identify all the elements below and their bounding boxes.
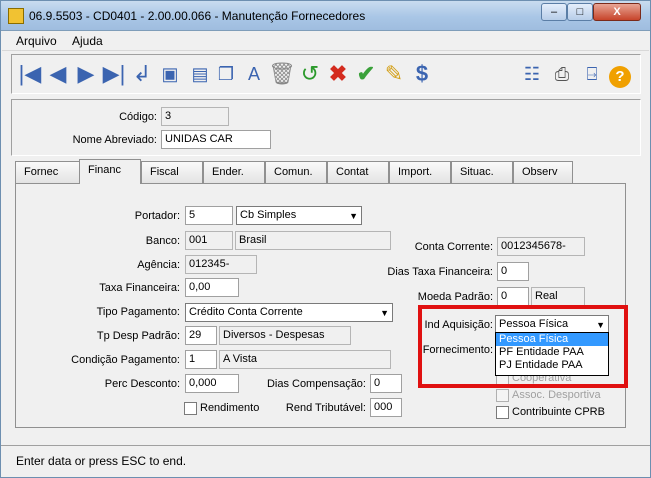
tab-contat[interactable]: Contat (327, 161, 389, 183)
menu-bar: Arquivo Ajuda (2, 31, 649, 51)
taxa-financeira-field[interactable]: 0,00 (185, 278, 239, 297)
contribuinte-cprb-label: Contribuinte CPRB (512, 406, 605, 418)
tp-desp-code-field[interactable]: 29 (185, 326, 217, 345)
condicao-pagamento-label: Condição Pagamento: (71, 354, 180, 366)
assoc-desportiva-label: Assoc. Desportiva (512, 389, 601, 401)
tipo-pagamento-label: Tipo Pagamento: (96, 306, 180, 318)
tab-import[interactable]: Import. (389, 161, 451, 183)
banco-label: Banco: (145, 235, 180, 247)
banco-name-field: Brasil (235, 231, 391, 250)
exit-icon[interactable]: ⍈ (578, 59, 606, 89)
tab-observ[interactable]: Observ (513, 161, 573, 183)
taxa-financeira-label: Taxa Financeira: (99, 282, 180, 294)
cancel-icon[interactable]: ✖ (324, 59, 352, 89)
tipo-pagamento-combo[interactable]: Crédito Conta Corrente ▼ (185, 303, 393, 322)
perc-desconto-label: Perc Desconto: (104, 378, 180, 390)
pencil-icon[interactable]: ✎ (380, 59, 408, 89)
status-text: Enter data or press ESC to end. (16, 454, 187, 468)
window-title: 06.9.5503 - CD0401 - 2.00.00.066 - Manut… (29, 9, 366, 23)
goto-icon[interactable]: ↲ (128, 59, 156, 89)
ok-icon[interactable]: ✔ (352, 59, 380, 89)
dias-compensacao-field[interactable]: 0 (370, 374, 402, 393)
dollar-icon[interactable]: $ (408, 59, 436, 89)
nome-abreviado-field[interactable]: UNIDAS CAR (161, 130, 271, 149)
dias-taxa-field[interactable]: 0 (497, 262, 529, 281)
menu-arquivo[interactable]: Arquivo (16, 34, 57, 48)
nome-abreviado-label: Nome Abreviado: (72, 134, 157, 146)
moeda-code-field[interactable]: 0 (497, 287, 529, 306)
tp-desp-label: Tp Desp Padrão: (96, 330, 180, 342)
tab-comun[interactable]: Comun. (265, 161, 327, 183)
tab-financ[interactable]: Financ (79, 159, 141, 184)
title-bar: 06.9.5503 - CD0401 - 2.00.00.066 - Manut… (1, 1, 650, 31)
zoom-icon[interactable]: ▣ (156, 59, 184, 89)
assoc-desportiva-checkbox[interactable] (496, 389, 509, 402)
header-panel (11, 99, 641, 156)
banco-code-field[interactable]: 001 (185, 231, 233, 250)
condicao-pagamento-code-field[interactable]: 1 (185, 350, 217, 369)
app-icon (8, 8, 24, 24)
chevron-down-icon: ▼ (349, 211, 358, 221)
dias-taxa-label: Dias Taxa Financeira: (387, 266, 493, 278)
perc-desconto-field[interactable]: 0,000 (185, 374, 239, 393)
delete-icon[interactable]: 🗑 (268, 59, 296, 89)
tab-situac[interactable]: Situac. (451, 161, 513, 183)
dias-compensacao-label: Dias Compensação: (266, 378, 366, 390)
chevron-down-icon: ▼ (380, 308, 389, 318)
first-record-icon[interactable]: |◀ (16, 59, 44, 89)
moeda-name-field: Real (531, 287, 585, 306)
conta-corrente-field[interactable]: 0012345678- (497, 237, 585, 256)
contribuinte-cprb-checkbox[interactable] (496, 406, 509, 419)
menu-ajuda[interactable]: Ajuda (72, 34, 103, 48)
tree-icon[interactable]: ☷ (518, 59, 546, 89)
rend-tributavel-label: Rend Tributável: (285, 402, 366, 414)
tab-fiscal[interactable]: Fiscal (141, 161, 203, 183)
print-icon[interactable]: ⎙ (548, 59, 576, 89)
new-record-icon[interactable]: ▤ (186, 59, 214, 89)
close-button[interactable]: X (593, 3, 641, 21)
status-bar: Enter data or press ESC to end. (1, 445, 650, 477)
rendimento-label: Rendimento (200, 402, 260, 414)
rend-tributavel-field[interactable]: 000 (370, 398, 402, 417)
conta-corrente-label: Conta Corrente: (414, 241, 493, 253)
toolbar: |◀ ◀ ▶ ▶| ↲ ▣ ▤ ❐ A 🗑 ↺ ✖ ✔ ✎ $ ☷ ⎙ ⍈ ? (11, 54, 641, 94)
portador-combo[interactable]: Cb Simples ▼ (236, 206, 362, 225)
last-record-icon[interactable]: ▶| (100, 59, 128, 89)
tp-desp-name-field: Diversos - Despesas (219, 326, 351, 345)
condicao-pagamento-name-field: A Vista (219, 350, 391, 369)
portador-field[interactable]: 5 (185, 206, 233, 225)
tab-strip: Fornec Financ Fiscal Ender. Comun. Conta… (15, 159, 635, 184)
app-window: 06.9.5503 - CD0401 - 2.00.00.066 - Manut… (0, 0, 651, 478)
minimize-button[interactable]: – (541, 3, 567, 21)
edit-icon[interactable]: A (240, 59, 268, 89)
tipo-pagamento-value: Crédito Conta Corrente (189, 306, 303, 318)
next-record-icon[interactable]: ▶ (72, 59, 100, 89)
maximize-button[interactable]: □ (567, 3, 593, 21)
portador-label: Portador: (134, 210, 180, 222)
tab-ender[interactable]: Ender. (203, 161, 265, 183)
highlight-box (418, 305, 628, 388)
agencia-field[interactable]: 012345- (185, 255, 257, 274)
help-icon[interactable]: ? (606, 59, 634, 89)
codigo-label: Código: (119, 111, 157, 123)
copy-icon[interactable]: ❐ (212, 59, 240, 89)
previous-record-icon[interactable]: ◀ (44, 59, 72, 89)
undo-icon[interactable]: ↺ (296, 59, 324, 89)
rendimento-checkbox[interactable] (184, 402, 197, 415)
portador-combo-value: Cb Simples (240, 209, 297, 221)
codigo-field[interactable]: 3 (161, 107, 229, 126)
moeda-padrao-label: Moeda Padrão: (417, 291, 493, 303)
tab-fornec[interactable]: Fornec (15, 161, 81, 183)
agencia-label: Agência: (137, 259, 180, 271)
